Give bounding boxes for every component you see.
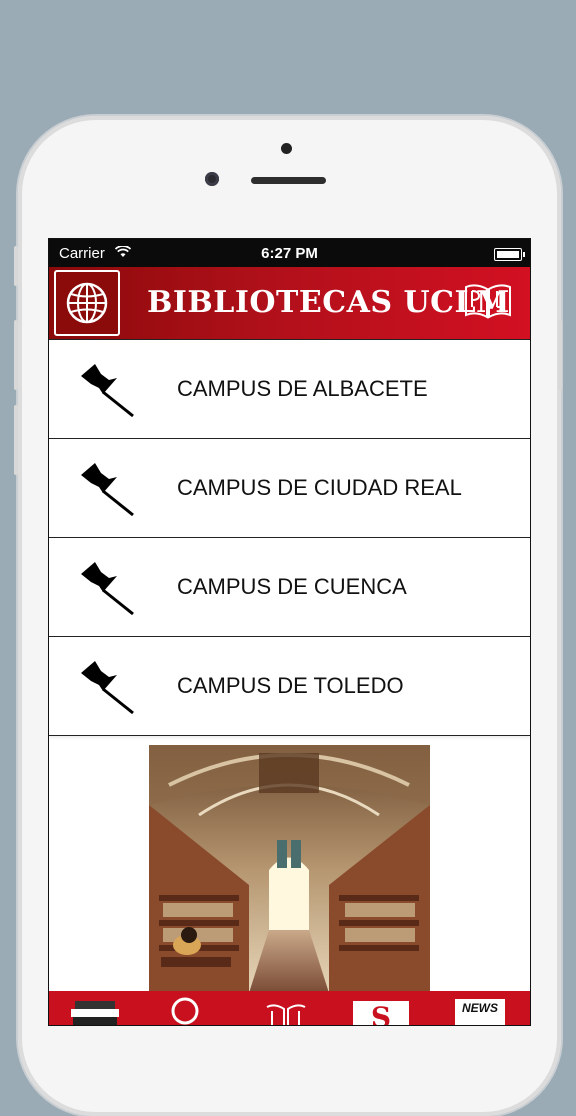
campus-item-ciudad-real[interactable]: CAMPUS DE CIUDAD REAL xyxy=(49,439,530,538)
pushpin-icon xyxy=(81,364,134,418)
campus-label: CAMPUS DE CIUDAD REAL xyxy=(177,475,462,500)
campus-label: CAMPUS DE CUENCA xyxy=(177,574,407,599)
campus-label: CAMPUS DE TOLEDO xyxy=(177,673,404,698)
pushpin-icon xyxy=(81,661,134,715)
status-time: 6:27 PM xyxy=(261,245,318,262)
screen: Carrier 6:27 PM BIBLIOTECAS UCLM CAMPUS … xyxy=(48,238,531,1026)
proximity-sensor xyxy=(281,143,292,154)
campus-list: CAMPUS DE ALBACETE CAMPUS DE CIUDAD REAL… xyxy=(49,339,530,736)
library-logo-icon[interactable] xyxy=(265,997,307,1026)
status-bar: Carrier 6:27 PM xyxy=(49,239,530,267)
s-logo-icon: S xyxy=(370,1001,392,1026)
s-logo-button[interactable]: S xyxy=(353,1001,409,1026)
news-icon: NEWS xyxy=(462,1001,498,1015)
book-logo-icon xyxy=(465,284,511,319)
books-icon[interactable] xyxy=(69,997,121,1026)
pushpin-icon xyxy=(81,562,134,616)
campus-label: CAMPUS DE ALBACETE xyxy=(177,376,428,401)
news-button[interactable]: NEWS xyxy=(455,999,505,1025)
battery-icon xyxy=(494,248,525,261)
volume-down-button xyxy=(14,405,18,475)
search-icon[interactable] xyxy=(167,997,203,1026)
campus-item-cuenca[interactable]: CAMPUS DE CUENCA xyxy=(49,538,530,637)
app-header: BIBLIOTECAS UCLM xyxy=(49,267,530,339)
volume-up-button xyxy=(14,320,18,390)
tab-bar: S NEWS xyxy=(49,991,530,1026)
earpiece-speaker xyxy=(251,177,326,184)
power-button xyxy=(558,320,562,390)
pushpin-icon xyxy=(81,463,134,517)
front-camera xyxy=(205,172,219,186)
campus-item-albacete[interactable]: CAMPUS DE ALBACETE xyxy=(49,340,530,439)
campus-item-toledo[interactable]: CAMPUS DE TOLEDO xyxy=(49,637,530,736)
app-title: BIBLIOTECAS UCLM xyxy=(147,285,510,320)
library-photo xyxy=(149,745,430,993)
globe-button[interactable] xyxy=(54,270,120,336)
mute-switch xyxy=(14,246,18,286)
globe-icon xyxy=(66,282,108,324)
